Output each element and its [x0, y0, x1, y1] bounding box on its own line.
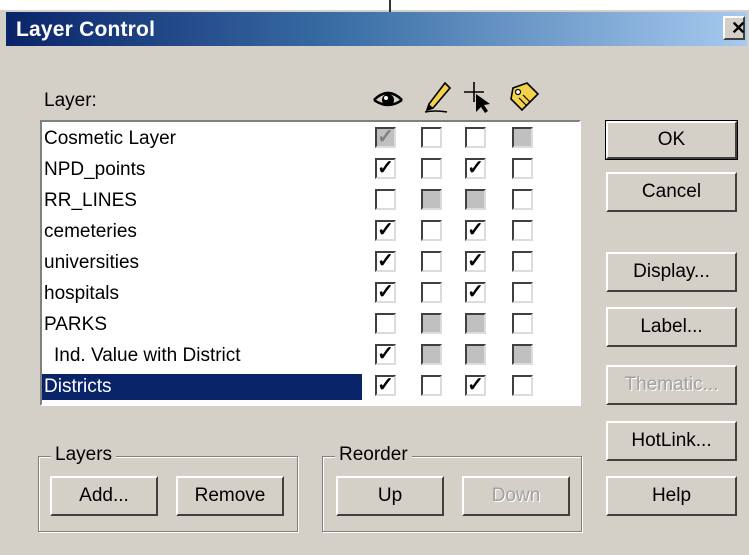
- close-button[interactable]: ✕: [723, 16, 747, 40]
- layers-group: Layers Add... Remove: [38, 444, 298, 532]
- layer-name: NPD_points: [44, 159, 146, 180]
- display-button[interactable]: Display...: [606, 252, 737, 292]
- down-button: Down: [462, 476, 570, 516]
- selectable-checkbox[interactable]: ✓: [465, 375, 486, 396]
- layer-row[interactable]: Ind. Value with District ✓: [42, 339, 579, 370]
- layer-name: Cosmetic Layer: [44, 128, 176, 149]
- layer-name: Districts: [42, 374, 362, 400]
- visible-checkbox[interactable]: [375, 313, 396, 334]
- title-bar[interactable]: Layer Control ✕: [6, 12, 747, 46]
- editable-checkbox: [421, 313, 442, 334]
- add-button[interactable]: Add...: [50, 476, 158, 516]
- autolabel-checkbox[interactable]: [512, 282, 533, 303]
- layer-name: cemeteries: [44, 221, 137, 242]
- reorder-group-title: Reorder: [335, 444, 412, 466]
- layer-row[interactable]: Cosmetic Layer ✓: [42, 122, 579, 153]
- selectable-checkbox[interactable]: ✓: [465, 220, 486, 241]
- editable-checkbox[interactable]: [421, 251, 442, 272]
- layer-name: hospitals: [44, 283, 119, 304]
- close-icon: ✕: [731, 18, 747, 38]
- autolabel-checkbox: [512, 344, 533, 365]
- autolabel-checkbox[interactable]: [512, 251, 533, 272]
- autolabel-checkbox[interactable]: [512, 220, 533, 241]
- editable-checkbox[interactable]: [421, 158, 442, 179]
- autolabel-checkbox[interactable]: [512, 189, 533, 210]
- visible-checkbox: ✓: [375, 127, 396, 148]
- layer-list[interactable]: Cosmetic Layer ✓ NPD_points ✓ ✓ RR_LINEScemet…: [40, 120, 581, 406]
- autolabel-checkbox: [512, 127, 533, 148]
- visible-checkbox[interactable]: ✓: [375, 282, 396, 303]
- selectable-checkbox[interactable]: ✓: [465, 282, 486, 303]
- cursor-mark: [389, 0, 391, 12]
- selectable-checkbox[interactable]: [465, 127, 486, 148]
- editable-checkbox: [421, 189, 442, 210]
- layer-name: PARKS: [44, 314, 108, 335]
- editable-checkbox[interactable]: [421, 282, 442, 303]
- selectable-cursor-icon: [464, 82, 490, 113]
- layer-row[interactable]: universities ✓ ✓: [42, 246, 579, 277]
- selectable-checkbox[interactable]: ✓: [465, 158, 486, 179]
- thematic-button: Thematic...: [606, 365, 737, 405]
- selectable-checkbox: [465, 344, 486, 365]
- layer-row[interactable]: hospitals ✓ ✓: [42, 277, 579, 308]
- editable-checkbox[interactable]: [421, 220, 442, 241]
- help-button[interactable]: Help: [606, 476, 737, 516]
- window-title: Layer Control: [16, 18, 156, 41]
- editable-pencil-icon: [424, 81, 452, 113]
- layer-row[interactable]: cemeteries ✓ ✓: [42, 215, 579, 246]
- layer-name: universities: [44, 252, 140, 273]
- selectable-checkbox: [465, 189, 486, 210]
- visible-eye-icon: [373, 91, 403, 107]
- hotlink-button[interactable]: HotLink...: [606, 421, 737, 461]
- editable-checkbox: [421, 344, 442, 365]
- visible-checkbox[interactable]: ✓: [375, 344, 396, 365]
- autolabel-tag-icon: [510, 82, 540, 112]
- layer-name: RR_LINES: [44, 190, 137, 211]
- autolabel-checkbox[interactable]: [512, 313, 533, 334]
- editable-checkbox[interactable]: [421, 127, 442, 148]
- up-button[interactable]: Up: [336, 476, 444, 516]
- visible-checkbox[interactable]: ✓: [375, 375, 396, 396]
- layer-row[interactable]: PARKS: [42, 308, 579, 339]
- autolabel-checkbox[interactable]: [512, 158, 533, 179]
- remove-button[interactable]: Remove: [176, 476, 284, 516]
- selectable-checkbox: [465, 313, 486, 334]
- layer-row[interactable]: Districts ✓ ✓: [42, 370, 579, 401]
- visible-checkbox[interactable]: [375, 189, 396, 210]
- autolabel-checkbox[interactable]: [512, 375, 533, 396]
- editable-checkbox[interactable]: [421, 375, 442, 396]
- cancel-button[interactable]: Cancel: [606, 172, 737, 212]
- visible-checkbox[interactable]: ✓: [375, 158, 396, 179]
- reorder-group: Reorder Up Down: [322, 444, 582, 532]
- layer-heading: Layer:: [44, 90, 97, 111]
- ok-button[interactable]: OK: [605, 120, 738, 160]
- layer-name: Ind. Value with District: [54, 345, 241, 366]
- label-button[interactable]: Label...: [606, 307, 737, 347]
- layer-row[interactable]: NPD_points ✓ ✓: [42, 153, 579, 184]
- visible-checkbox[interactable]: ✓: [375, 251, 396, 272]
- visible-checkbox[interactable]: ✓: [375, 220, 396, 241]
- top-strip: [0, 0, 749, 10]
- layer-row[interactable]: RR_LINES: [42, 184, 579, 215]
- layers-group-title: Layers: [51, 444, 117, 466]
- selectable-checkbox[interactable]: ✓: [465, 251, 486, 272]
